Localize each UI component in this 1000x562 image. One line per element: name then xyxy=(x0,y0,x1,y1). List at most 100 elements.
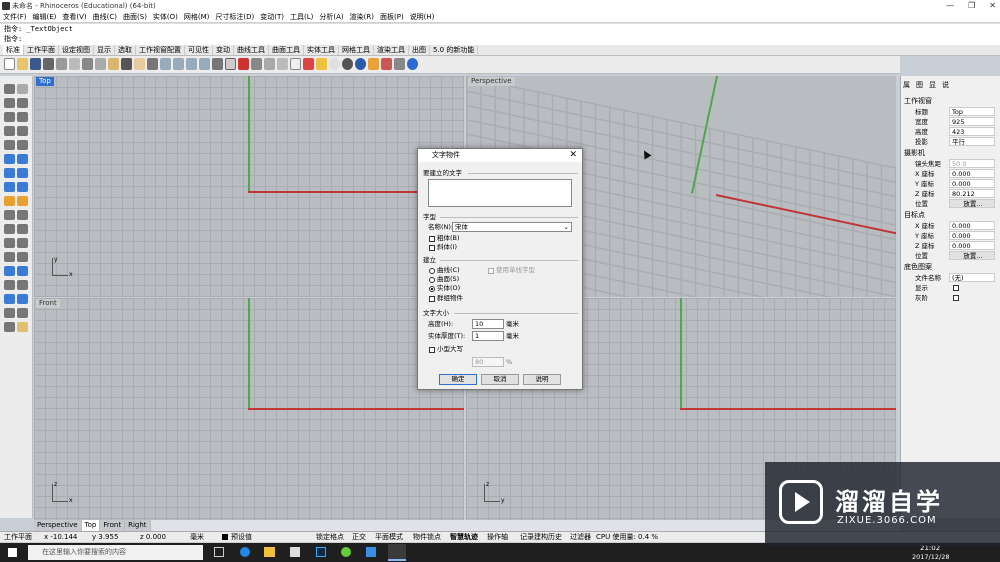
status-layer[interactable]: 预设值 xyxy=(231,532,252,542)
viewport-front[interactable]: Front z x xyxy=(34,298,464,520)
light-tool-icon[interactable] xyxy=(17,322,28,332)
photoshop-icon[interactable] xyxy=(316,547,326,557)
curve-icon[interactable] xyxy=(17,98,28,108)
properties-icon[interactable] xyxy=(69,58,80,70)
join-icon[interactable] xyxy=(17,196,28,206)
tab-solid-tools[interactable]: 实体工具 xyxy=(304,45,339,55)
font-select[interactable]: 宋体 ⌄ xyxy=(452,222,572,232)
object-props-icon[interactable] xyxy=(303,58,314,70)
tab-mesh-tools[interactable]: 网格工具 xyxy=(339,45,374,55)
file-explorer-icon[interactable] xyxy=(264,547,275,557)
italic-checkbox[interactable] xyxy=(429,245,435,251)
block-icon[interactable] xyxy=(17,294,28,304)
surfaces-radio[interactable] xyxy=(429,277,435,283)
save-icon[interactable] xyxy=(30,58,41,70)
gray-checkbox[interactable] xyxy=(953,295,959,301)
tab-front[interactable]: Front xyxy=(100,520,126,531)
text-tool-icon[interactable] xyxy=(4,266,15,276)
ok-button[interactable]: 确定 xyxy=(439,374,477,385)
thickness-input[interactable]: 1 xyxy=(472,331,504,341)
mirror-icon[interactable] xyxy=(17,280,28,290)
menu-dimension[interactable]: 尺寸标注(D) xyxy=(212,12,257,22)
curves-radio[interactable] xyxy=(429,268,435,274)
viewport-title-top[interactable]: Top xyxy=(36,77,54,86)
viewport-title-perspective[interactable]: Perspective xyxy=(468,77,515,86)
osnap-icon[interactable] xyxy=(381,58,392,70)
rotate-icon[interactable] xyxy=(4,252,15,262)
zoom-icon[interactable] xyxy=(160,58,171,70)
menu-mesh[interactable]: 网格(M) xyxy=(181,12,213,22)
help-button[interactable]: 说明 xyxy=(523,374,561,385)
tab-set-view[interactable]: 设定视图 xyxy=(59,45,94,55)
zoom-window-icon[interactable] xyxy=(173,58,184,70)
menu-help[interactable]: 说明(H) xyxy=(407,12,438,22)
dimension-icon[interactable] xyxy=(17,266,28,276)
menu-transform[interactable]: 变动(T) xyxy=(257,12,287,22)
small-caps-checkbox[interactable] xyxy=(429,347,435,353)
select-all-icon[interactable] xyxy=(251,58,262,70)
tab-drafting[interactable]: 出图 xyxy=(409,45,430,55)
paste-icon[interactable] xyxy=(108,58,119,70)
rhino-taskbar-icon[interactable] xyxy=(388,544,406,561)
undo-view-icon[interactable] xyxy=(212,58,223,70)
close-icon[interactable]: ✕ xyxy=(569,150,577,160)
tab-right[interactable]: Right xyxy=(125,520,151,531)
group-icon[interactable] xyxy=(4,294,15,304)
tab-render-tools[interactable]: 渲染工具 xyxy=(374,45,409,55)
command-prompt[interactable]: 指令: xyxy=(4,34,1000,44)
place-button[interactable]: 放置... xyxy=(949,251,995,260)
trim-icon[interactable] xyxy=(4,210,15,220)
bold-checkbox[interactable] xyxy=(429,236,435,242)
undo-icon[interactable] xyxy=(121,58,132,70)
status-osnap[interactable]: 物件锁点 xyxy=(413,532,441,542)
maximize-button[interactable]: ❐ xyxy=(968,0,975,12)
tab-viewport-layout[interactable]: 工作视窗配置 xyxy=(136,45,185,55)
menu-edit[interactable]: 编辑(E) xyxy=(30,12,60,22)
circle-icon[interactable] xyxy=(4,112,15,122)
status-ortho[interactable]: 正交 xyxy=(352,532,366,542)
panel-tab-properties[interactable]: 属 xyxy=(903,80,910,90)
import-icon[interactable] xyxy=(56,58,67,70)
rectangle-icon[interactable] xyxy=(17,126,28,136)
check-icon[interactable] xyxy=(17,308,28,318)
select-arrow-icon[interactable] xyxy=(4,84,15,94)
explode-icon[interactable] xyxy=(4,196,15,206)
menu-view[interactable]: 查看(V) xyxy=(59,12,89,22)
tab-select[interactable]: 选取 xyxy=(115,45,136,55)
store-icon[interactable] xyxy=(290,547,300,557)
close-button[interactable]: ✕ xyxy=(989,0,996,12)
render-icon[interactable] xyxy=(355,58,366,70)
place-button[interactable]: 放置... xyxy=(949,199,995,208)
polygon-icon[interactable] xyxy=(4,140,15,150)
menu-analyze[interactable]: 分析(A) xyxy=(316,12,346,22)
status-history[interactable]: 记录建构历史 xyxy=(520,532,562,542)
print-icon[interactable] xyxy=(43,58,54,70)
tab-curve-tools[interactable]: 曲线工具 xyxy=(234,45,269,55)
point-icon[interactable] xyxy=(17,84,28,94)
taskbar-search[interactable]: 在这里输入你要搜索的内容 xyxy=(28,545,203,560)
panel-tab-layers[interactable]: 图 xyxy=(916,80,923,90)
panel-tab-display[interactable]: 显 xyxy=(929,80,936,90)
cut-icon[interactable] xyxy=(82,58,93,70)
command-area[interactable]: 指令: _TextObject 指令: xyxy=(0,23,1000,45)
polyline-icon[interactable] xyxy=(4,98,15,108)
status-grid-snap[interactable]: 锁定格点 xyxy=(316,532,344,542)
fillet-curve-icon[interactable] xyxy=(17,140,28,150)
analyze-icon[interactable] xyxy=(4,308,15,318)
box-icon[interactable] xyxy=(4,168,15,178)
tab-transform[interactable]: 变动 xyxy=(213,45,234,55)
app-icon[interactable] xyxy=(366,547,376,557)
show-checkbox[interactable] xyxy=(953,285,959,291)
viewport-top[interactable]: Top y x xyxy=(34,76,464,297)
options-icon[interactable] xyxy=(368,58,379,70)
ellipse-icon[interactable] xyxy=(4,126,15,136)
menu-surface[interactable]: 曲面(S) xyxy=(120,12,150,22)
mesh-icon[interactable] xyxy=(4,182,15,192)
tab-standard[interactable]: 标准 xyxy=(3,45,24,55)
height-input[interactable]: 10 xyxy=(472,319,504,329)
panel-tab-help[interactable]: 说 xyxy=(942,80,949,90)
text-input[interactable] xyxy=(428,179,572,207)
status-smarttrack[interactable]: 智慧轨迹 xyxy=(450,532,478,542)
zoom-extents-icon[interactable] xyxy=(186,58,197,70)
cancel-button[interactable]: 取消 xyxy=(481,374,519,385)
